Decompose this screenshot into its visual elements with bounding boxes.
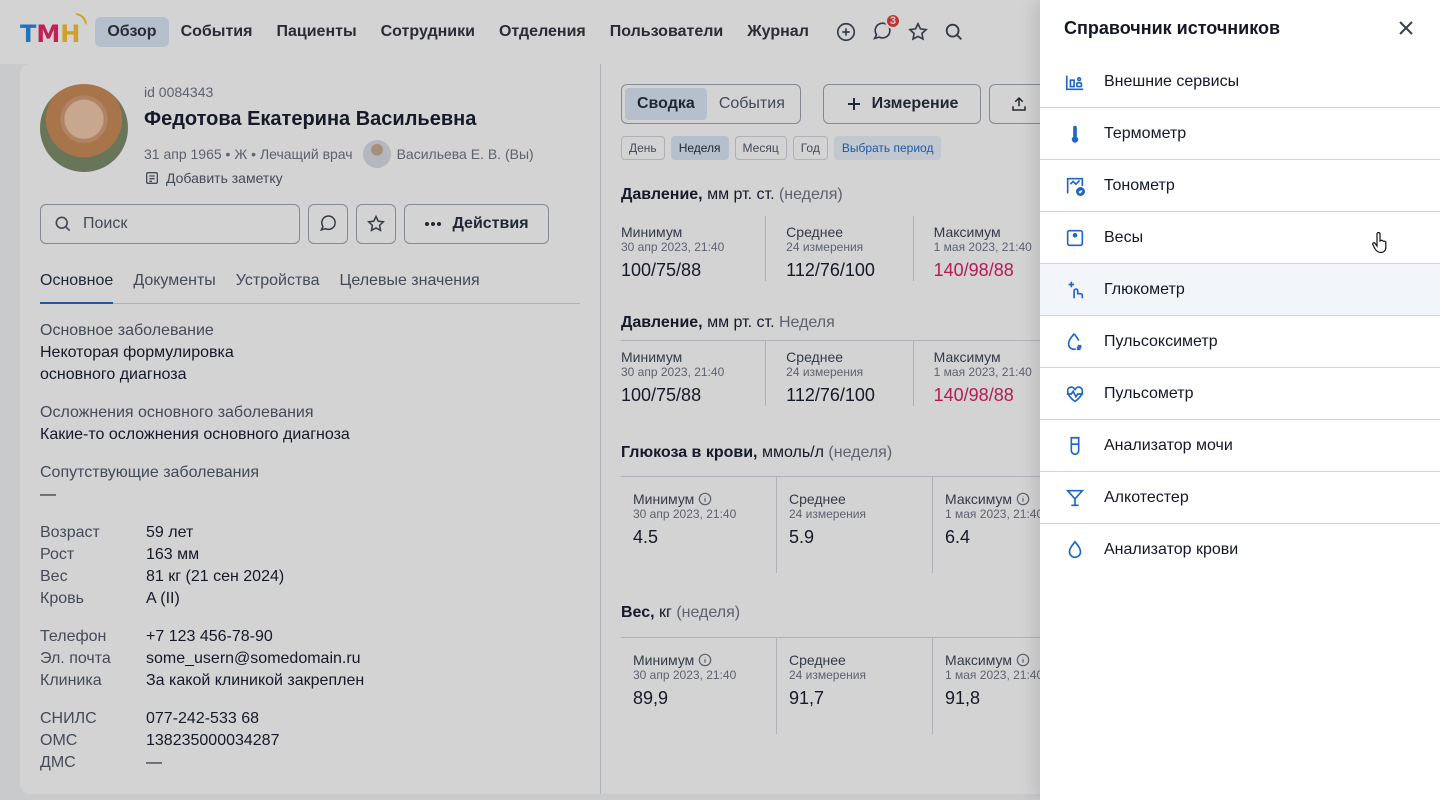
scales-icon [1066, 229, 1084, 246]
sources-drawer: Справочник источников Внешние сервисы Те… [1040, 0, 1440, 800]
source-item-pulse-oximeter[interactable]: Пульсоксиметр [1040, 316, 1440, 368]
pulse-oximeter-icon [1067, 332, 1082, 350]
source-label: Внешние сервисы [1104, 72, 1240, 90]
glucometer-icon [1068, 281, 1084, 298]
source-item-blood-analyzer[interactable]: Анализатор крови [1040, 524, 1440, 576]
blood-analyzer-icon [1068, 540, 1082, 559]
close-icon[interactable] [1396, 18, 1416, 38]
source-label: Весы [1104, 228, 1144, 246]
drawer-title: Справочник источников [1064, 18, 1281, 38]
modal-overlay[interactable] [0, 0, 1040, 800]
thermometer-icon [1071, 125, 1079, 143]
source-item-urine-analyzer[interactable]: Анализатор мочи [1040, 420, 1440, 472]
source-item-glucometer[interactable]: Глюкометр [1040, 264, 1440, 316]
urine-analyzer-icon [1070, 436, 1080, 455]
source-item-external[interactable]: Внешние сервисы [1040, 56, 1440, 108]
alcotester-icon [1065, 489, 1085, 506]
hand-cursor-icon [1372, 232, 1387, 254]
source-label: Анализатор крови [1104, 541, 1239, 558]
source-item-tonometer[interactable]: Тонометр [1040, 160, 1440, 212]
heart-rate-icon [1066, 385, 1084, 402]
source-item-thermometer[interactable]: Термометр [1040, 108, 1440, 160]
source-item-heart-rate[interactable]: Пульсометр [1040, 368, 1440, 420]
source-label: Тонометр [1104, 176, 1175, 194]
external-services-icon [1065, 75, 1084, 90]
source-item-alcotester[interactable]: Алкотестер [1040, 472, 1440, 524]
source-label: Алкотестер [1104, 488, 1189, 506]
sources-list: Внешние сервисы Термометр Тонометр Весы … [1040, 56, 1440, 576]
source-label: Термометр [1104, 124, 1187, 142]
source-label: Глюкометр [1104, 280, 1185, 298]
source-label: Анализатор мочи [1104, 436, 1233, 454]
tonometer-icon [1066, 177, 1085, 196]
source-label: Пульсоксиметр [1104, 332, 1218, 350]
source-label: Пульсометр [1104, 384, 1194, 402]
